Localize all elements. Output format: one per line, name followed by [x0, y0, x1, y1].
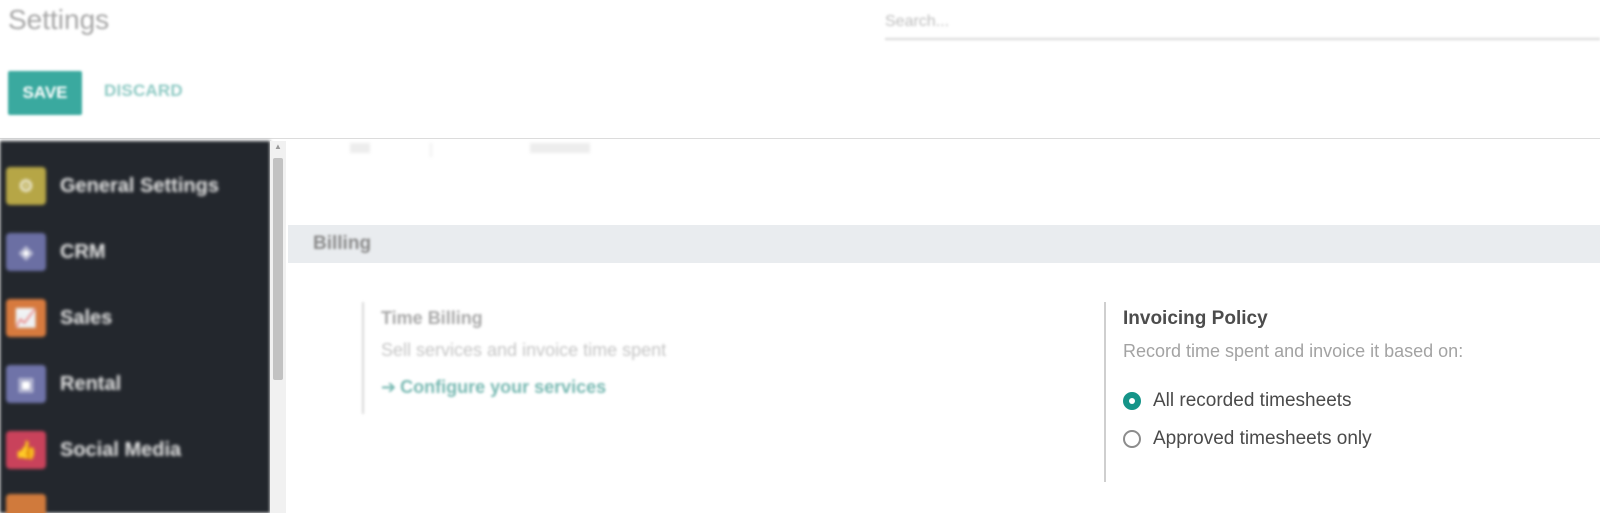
chart-icon: 📈 [6, 299, 46, 337]
sidebar-item-social-media[interactable]: 👍 Social Media [6, 430, 181, 470]
sidebar-item-general-settings[interactable]: ⚙ General Settings [6, 166, 219, 206]
thumbs-up-icon: 👍 [6, 431, 46, 469]
time-billing-setting: Time Billing Sell services and invoice t… [362, 302, 666, 414]
sidebar-item-label: General Settings [60, 174, 219, 197]
scrollbar-thumb[interactable] [273, 158, 283, 380]
sidebar-item-rental[interactable]: ▣ Rental [6, 364, 121, 404]
search-bar[interactable] [885, 6, 1600, 40]
setting-title: Time Billing [381, 308, 483, 328]
sidebar-item-label: CRM [60, 240, 106, 263]
calendar-icon: ▣ [6, 365, 46, 403]
sidebar-item-label: Sales [60, 306, 113, 329]
save-button[interactable]: SAVE [8, 71, 82, 115]
invoicing-policy-setting: Invoicing Policy Record time spent and i… [1104, 302, 1463, 482]
radio-label[interactable]: All recorded timesheets [1153, 390, 1352, 412]
settings-sidebar: ⚙ General Settings ◈ CRM 📈 Sales ▣ Renta… [0, 141, 270, 513]
setting-title: Invoicing Policy [1123, 308, 1268, 329]
gear-icon: ⚙ [6, 167, 46, 205]
radio-label[interactable]: Approved timesheets only [1153, 428, 1372, 450]
sidebar-item-sales[interactable]: 📈 Sales [6, 298, 112, 338]
header-divider [0, 138, 1600, 139]
billing-section-header: Billing [288, 225, 1600, 263]
invoicing-policy-radio-group: All recorded timesheets Approved timeshe… [1123, 390, 1463, 450]
setting-description: Record time spent and invoice it based o… [1123, 341, 1464, 361]
search-input[interactable] [885, 6, 1600, 38]
radio-option-approved-timesheets[interactable]: Approved timesheets only [1123, 428, 1463, 450]
sidebar-item-label: Social Media [60, 438, 182, 461]
section-title: Billing [313, 233, 372, 254]
configure-services-link[interactable]: ➔ Configure your services [381, 377, 666, 398]
sidebar-item-crm[interactable]: ◈ CRM [6, 232, 106, 272]
radio-button[interactable] [1123, 430, 1141, 448]
app-icon [6, 494, 46, 513]
radio-button-selected[interactable] [1123, 392, 1141, 410]
handshake-icon: ◈ [6, 233, 46, 271]
scroll-up-icon[interactable]: ▲ [274, 142, 282, 151]
discard-button[interactable]: DISCARD [104, 81, 183, 101]
radio-option-all-timesheets[interactable]: All recorded timesheets [1123, 390, 1463, 412]
setting-description: Sell services and invoice time spent [381, 340, 667, 360]
link-label: Configure your services [400, 377, 607, 397]
page-title: Settings [8, 4, 110, 35]
sidebar-item-label: Rental [60, 372, 122, 395]
faint-content-strip [290, 141, 1600, 157]
arrow-right-icon: ➔ [381, 377, 397, 397]
sidebar-item-next[interactable] [6, 493, 46, 513]
